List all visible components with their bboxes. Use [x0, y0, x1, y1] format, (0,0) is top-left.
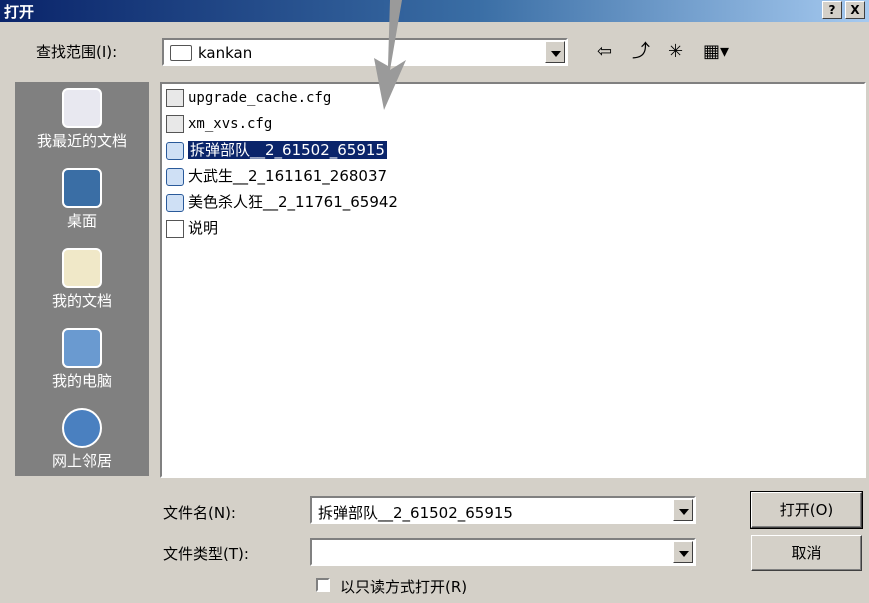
place-label: 我的电脑: [51, 372, 112, 390]
list-item[interactable]: 美色杀人狂__2_11761_65942: [166, 190, 398, 214]
list-item[interactable]: 大武生__2_161161_268037: [166, 164, 387, 188]
list-item[interactable]: upgrade_cache.cfg: [166, 86, 331, 110]
places-bar: 我最近的文档 桌面 我的文档 我的电脑 网上邻居: [15, 82, 149, 476]
video-file-icon: [166, 167, 184, 186]
filename-dropdown-button[interactable]: [673, 499, 693, 521]
readonly-checkbox[interactable]: [316, 578, 330, 592]
window-title: 打开: [4, 3, 35, 21]
lookin-label: 查找范围(I):: [36, 43, 118, 61]
config-file-icon: [166, 89, 184, 107]
close-button[interactable]: X: [845, 1, 865, 19]
file-list[interactable]: upgrade_cache.cfg xm_xvs.cfg 拆弹部队__2_615…: [160, 82, 866, 478]
place-label: 桌面: [66, 212, 97, 230]
arrow-annotation-icon: [374, 0, 406, 110]
lookin-dropdown-button[interactable]: [545, 41, 565, 63]
filename-combo[interactable]: 拆弹部队__2_61502_65915: [310, 496, 696, 524]
title-bar: 打开 ? X: [0, 0, 869, 22]
filetype-label: 文件类型(T):: [163, 545, 249, 563]
filename-value: 拆弹部队__2_61502_65915: [318, 504, 513, 522]
readonly-label: 以只读方式打开(R): [340, 578, 468, 596]
place-my-documents[interactable]: 我的文档: [15, 248, 149, 311]
filename-label: 文件名(N):: [163, 504, 236, 522]
video-file-icon: [166, 193, 184, 212]
text-file-icon: [166, 219, 184, 238]
place-label: 网上邻居: [51, 452, 112, 470]
my-documents-icon: [62, 248, 102, 288]
list-item[interactable]: 拆弹部队__2_61502_65915: [166, 138, 387, 162]
place-my-computer[interactable]: 我的电脑: [15, 328, 149, 391]
open-button[interactable]: 打开(O): [750, 491, 863, 529]
filetype-dropdown-button[interactable]: [673, 541, 693, 563]
lookin-value: kankan: [198, 44, 253, 62]
place-network[interactable]: 网上邻居: [15, 408, 149, 471]
back-icon[interactable]: ⇦: [597, 40, 612, 64]
place-label: 我的文档: [51, 292, 112, 310]
place-desktop[interactable]: 桌面: [15, 168, 149, 231]
filetype-combo[interactable]: [310, 538, 696, 566]
list-item[interactable]: xm_xvs.cfg: [166, 112, 272, 136]
my-computer-icon: [62, 328, 102, 368]
place-recent[interactable]: 我最近的文档: [15, 88, 149, 151]
network-places-icon: [62, 408, 102, 448]
cancel-button[interactable]: 取消: [751, 535, 862, 571]
video-file-icon: [166, 141, 184, 160]
recent-documents-icon: [62, 88, 102, 128]
folder-icon: [170, 45, 192, 61]
place-label: 我最近的文档: [36, 132, 127, 150]
up-folder-icon[interactable]: ⤴: [632, 40, 650, 64]
list-item[interactable]: 说明: [166, 216, 218, 240]
config-file-icon: [166, 115, 184, 133]
desktop-icon: [62, 168, 102, 208]
help-button[interactable]: ?: [822, 1, 842, 19]
new-folder-icon[interactable]: ✳: [668, 40, 683, 64]
view-menu-icon[interactable]: ▦▾: [703, 40, 729, 64]
